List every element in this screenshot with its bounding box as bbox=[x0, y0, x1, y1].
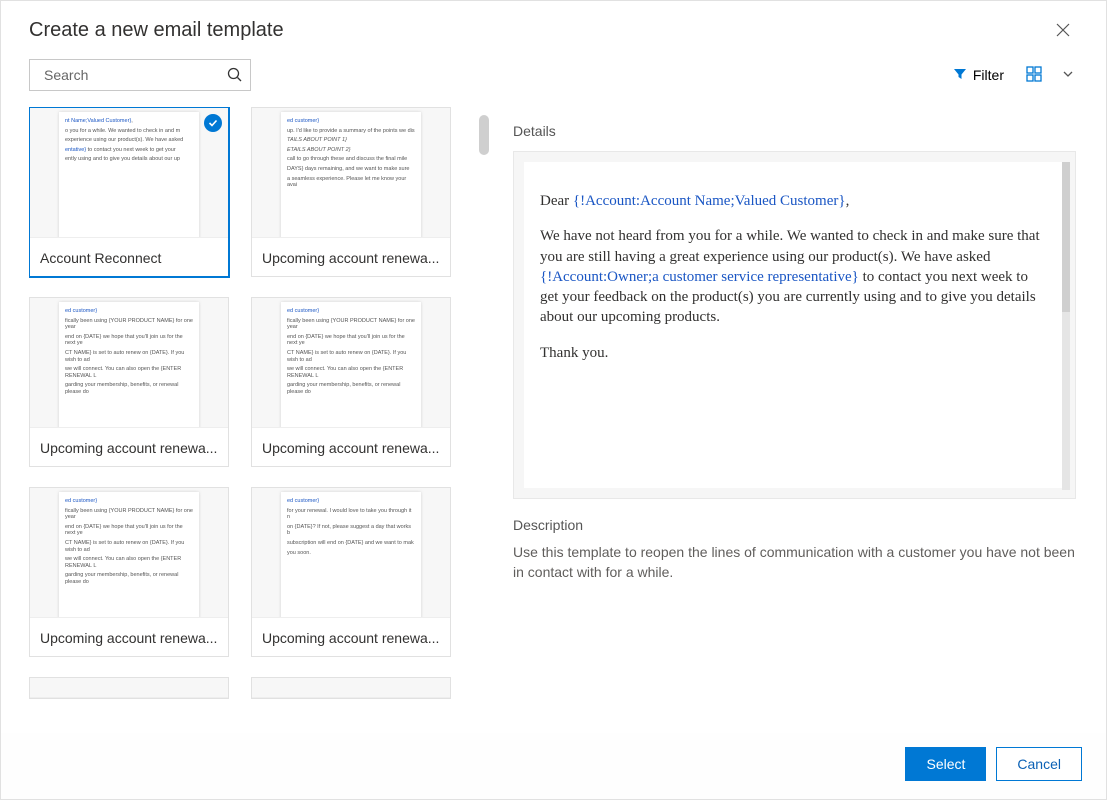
footer: Select Cancel bbox=[1, 733, 1106, 799]
search-input[interactable] bbox=[42, 66, 227, 84]
preview-text: Dear bbox=[540, 193, 573, 209]
preview-box: Dear {!Account:Account Name;Valued Custo… bbox=[513, 151, 1076, 499]
preview-thank-you: Thank you. bbox=[540, 343, 1049, 363]
template-card-label: Upcoming account renewa... bbox=[30, 618, 228, 656]
toolbar: Filter bbox=[1, 53, 1106, 101]
filter-button[interactable]: Filter bbox=[947, 63, 1010, 88]
gallery-scrollbar[interactable] bbox=[479, 115, 489, 155]
header: Create a new email template bbox=[1, 1, 1106, 53]
preview-greeting: Dear {!Account:Account Name;Valued Custo… bbox=[540, 191, 1049, 211]
toolbar-right: Filter bbox=[947, 62, 1078, 89]
filter-label: Filter bbox=[973, 67, 1004, 83]
chevron-down-icon bbox=[1062, 68, 1074, 83]
template-card[interactable]: ed customer} for your renewal. I would l… bbox=[251, 487, 451, 657]
dialog: Create a new email template Filter bbox=[0, 0, 1107, 800]
template-gallery-scroll[interactable]: nt Name;Valued Customer}, o you for a wh… bbox=[29, 107, 491, 733]
merge-field-account-name: {!Account:Account Name;Valued Customer} bbox=[573, 193, 846, 209]
template-card-label: Upcoming account renewa... bbox=[252, 618, 450, 656]
template-card-label: Upcoming account renewa... bbox=[252, 238, 450, 276]
template-card[interactable]: ed customer} up. I'd like to provide a s… bbox=[251, 107, 451, 277]
template-gallery: nt Name;Valued Customer}, o you for a wh… bbox=[29, 107, 481, 699]
close-button[interactable] bbox=[1048, 19, 1078, 45]
preview-para1: We have not heard from you for a while. … bbox=[540, 226, 1049, 327]
description-heading: Description bbox=[513, 517, 1076, 533]
grid-icon bbox=[1026, 66, 1042, 85]
content: nt Name;Valued Customer}, o you for a wh… bbox=[1, 101, 1106, 733]
template-card[interactable]: ed customer} fically been using {YOUR PR… bbox=[29, 487, 229, 657]
template-thumbnail bbox=[30, 678, 228, 698]
filter-icon bbox=[953, 67, 967, 84]
template-card-label: Upcoming account renewa... bbox=[252, 428, 450, 466]
template-card-label: Upcoming account renewa... bbox=[30, 428, 228, 466]
view-dropdown-button[interactable] bbox=[1058, 64, 1078, 87]
preview-text: , bbox=[846, 193, 850, 209]
description-text: Use this template to reopen the lines of… bbox=[513, 543, 1076, 582]
template-thumbnail bbox=[252, 678, 450, 698]
dialog-title: Create a new email template bbox=[29, 19, 284, 42]
template-card-label: Account Reconnect bbox=[30, 238, 228, 276]
template-thumbnail: ed customer} fically been using {YOUR PR… bbox=[252, 298, 450, 428]
template-thumbnail: ed customer} up. I'd like to provide a s… bbox=[252, 108, 450, 238]
merge-field-owner: {!Account:Owner;a customer service repre… bbox=[540, 269, 859, 285]
search-box[interactable] bbox=[29, 59, 251, 91]
template-card[interactable]: ed customer} fically been using {YOUR PR… bbox=[251, 297, 451, 467]
template-card[interactable]: nt Name;Valued Customer}, o you for a wh… bbox=[29, 107, 229, 277]
details-panel: Details Dear {!Account:Account Name;Valu… bbox=[491, 101, 1106, 733]
search-icon bbox=[227, 67, 243, 83]
template-card[interactable] bbox=[251, 677, 451, 699]
template-card[interactable]: ed customer} fically been using {YOUR PR… bbox=[29, 297, 229, 467]
template-thumbnail: ed customer} fically been using {YOUR PR… bbox=[30, 298, 228, 428]
preview-body: Dear {!Account:Account Name;Valued Custo… bbox=[524, 162, 1065, 488]
preview-text: We have not heard from you for a while. … bbox=[540, 228, 1040, 264]
cancel-button[interactable]: Cancel bbox=[996, 747, 1082, 781]
template-card[interactable] bbox=[29, 677, 229, 699]
view-grid-button[interactable] bbox=[1022, 62, 1046, 89]
template-gallery-panel: nt Name;Valued Customer}, o you for a wh… bbox=[1, 101, 491, 733]
close-icon bbox=[1056, 24, 1070, 41]
template-thumbnail: ed customer} fically been using {YOUR PR… bbox=[30, 488, 228, 618]
template-thumbnail: nt Name;Valued Customer}, o you for a wh… bbox=[30, 108, 228, 238]
preview-scrollbar[interactable] bbox=[1062, 162, 1070, 490]
selected-check-icon bbox=[204, 114, 222, 132]
template-thumbnail: ed customer} for your renewal. I would l… bbox=[252, 488, 450, 618]
select-button[interactable]: Select bbox=[905, 747, 986, 781]
details-heading: Details bbox=[513, 123, 1076, 139]
